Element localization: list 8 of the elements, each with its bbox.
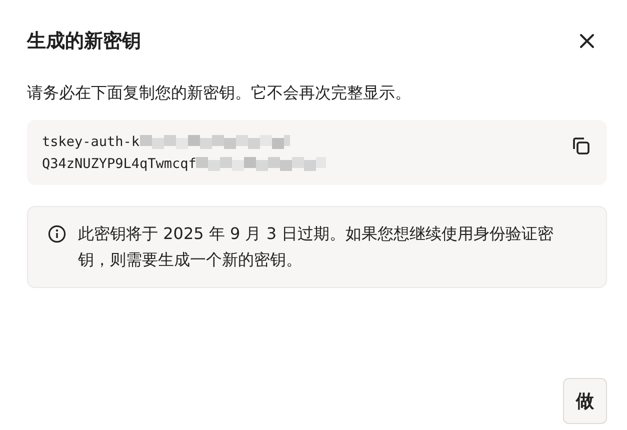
copy-icon[interactable]: [571, 136, 591, 156]
dialog-title: 生成的新密钥: [27, 29, 141, 54]
notice-text: 此密钥将于 2025 年 9 月 3 日过期。如果您想继续使用身份验证密钥，则需要生成一个新的密钥。: [78, 223, 555, 271]
key-text: tskey-auth-k: [42, 134, 140, 150]
confirm-button[interactable]: 做: [563, 378, 607, 424]
key-text: Q34zNUZYP9L4qTwmcqf: [42, 156, 196, 172]
info-icon: [48, 225, 66, 243]
dialog-message: 请务必在下面复制您的新密钥。它不会再次完整显示。: [27, 83, 412, 104]
